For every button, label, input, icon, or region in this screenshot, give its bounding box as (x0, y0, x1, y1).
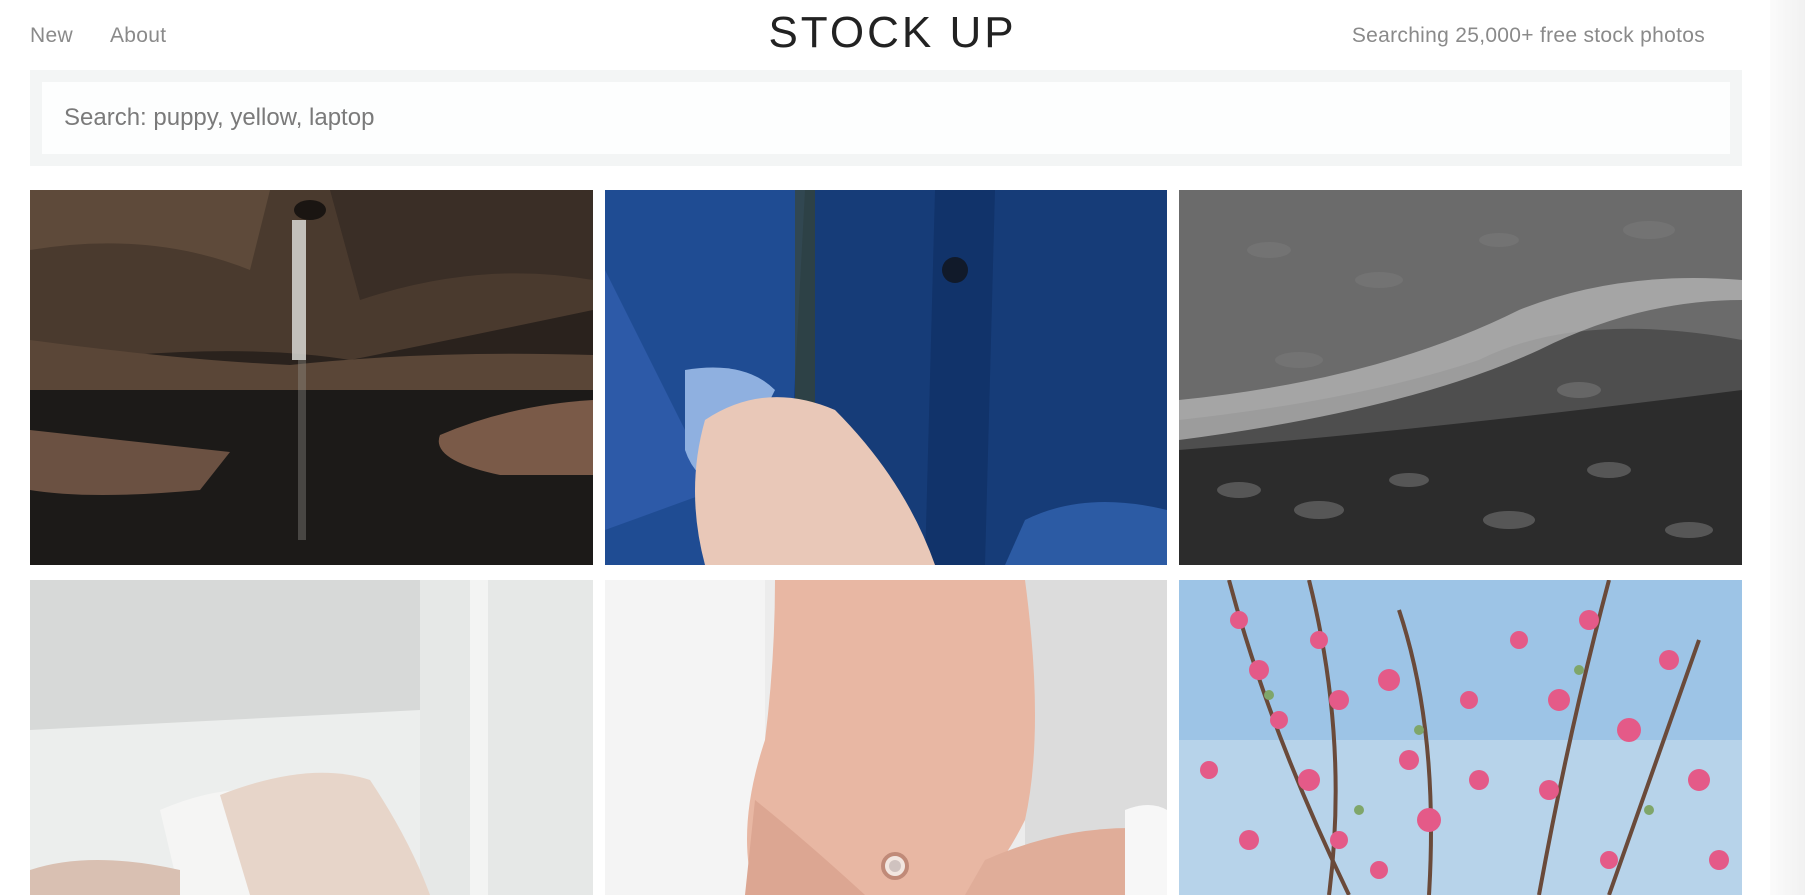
header: New About STOCK UP Searching 25,000+ fre… (0, 0, 1770, 70)
photo-grid (30, 190, 1742, 895)
photo-water-texture[interactable] (1179, 190, 1742, 565)
page: New About STOCK UP Searching 25,000+ fre… (0, 0, 1805, 895)
page-edge (1770, 0, 1805, 895)
photo-image (30, 580, 593, 895)
search-input[interactable] (42, 82, 1730, 154)
photo-blossoms[interactable] (1179, 580, 1742, 895)
photo-image (1179, 190, 1742, 565)
photo-image (605, 580, 1167, 895)
search-bar (30, 70, 1742, 166)
photo-image (605, 190, 1167, 565)
photo-blue-suit[interactable] (605, 190, 1167, 565)
photo-bed[interactable] (30, 580, 593, 895)
photo-image (1179, 580, 1742, 895)
photo-waterfall[interactable] (30, 190, 593, 565)
photo-image (30, 190, 593, 565)
tagline: Searching 25,000+ free stock photos (1351, 24, 1705, 47)
photo-ring-hand[interactable] (605, 580, 1167, 895)
